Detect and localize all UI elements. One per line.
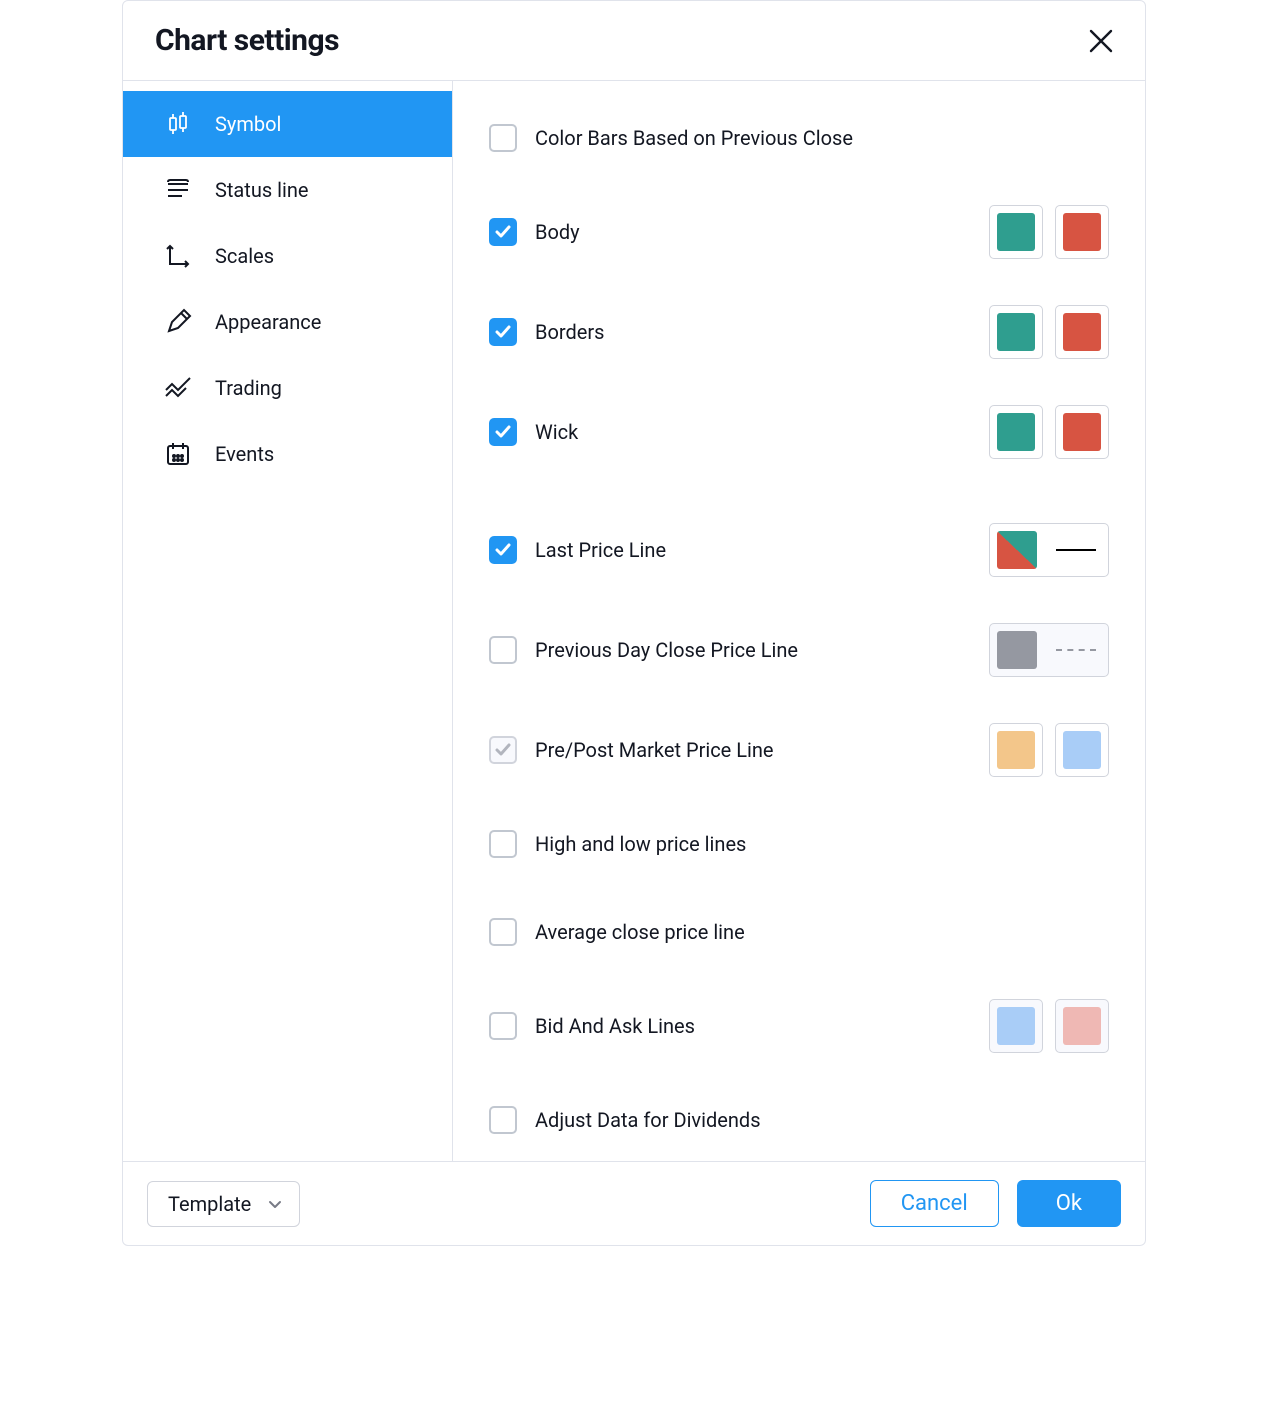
label-high-low: High and low price lines xyxy=(535,832,746,856)
label-avg-close: Average close price line xyxy=(535,920,745,944)
row-last-price-line: Last Price Line xyxy=(489,523,1109,577)
chart-settings-dialog: Chart settings Symbol xyxy=(122,0,1146,1246)
bid-color[interactable] xyxy=(989,999,1043,1053)
label-borders: Borders xyxy=(535,320,604,344)
sidebar-item-label: Status line xyxy=(215,178,309,202)
row-avg-close: Average close price line xyxy=(489,911,1109,953)
template-label: Template xyxy=(168,1192,251,1216)
sidebar-item-events[interactable]: Events xyxy=(123,421,452,487)
label-bid-ask: Bid And Ask Lines xyxy=(535,1014,695,1038)
pre-post-color-a[interactable] xyxy=(989,723,1043,777)
chevron-down-icon xyxy=(267,1196,283,1212)
wick-down-color[interactable] xyxy=(1055,405,1109,459)
label-color-prev-close: Color Bars Based on Previous Close xyxy=(535,126,853,150)
body-up-color[interactable] xyxy=(989,205,1043,259)
checkbox-prev-close[interactable] xyxy=(489,636,517,664)
close-icon xyxy=(1088,28,1114,54)
sidebar-item-symbol[interactable]: Symbol xyxy=(123,91,452,157)
sidebar-item-label: Events xyxy=(215,442,274,466)
sidebar: Symbol Status line Scales xyxy=(123,81,453,1161)
calendar-icon xyxy=(163,439,193,469)
row-prev-close: Previous Day Close Price Line xyxy=(489,623,1109,677)
last-price-line-style[interactable] xyxy=(989,523,1109,577)
label-pre-post: Pre/Post Market Price Line xyxy=(535,738,774,762)
sidebar-item-appearance[interactable]: Appearance xyxy=(123,289,452,355)
pre-post-color-b[interactable] xyxy=(1055,723,1109,777)
sidebar-item-label: Symbol xyxy=(215,112,281,136)
ok-button[interactable]: Ok xyxy=(1017,1180,1121,1227)
borders-down-color[interactable] xyxy=(1055,305,1109,359)
dialog-title: Chart settings xyxy=(155,23,339,58)
row-color-prev-close: Color Bars Based on Previous Close xyxy=(489,117,1109,159)
prev-close-line-style[interactable] xyxy=(989,623,1109,677)
sidebar-item-label: Scales xyxy=(215,244,274,268)
row-body: Body xyxy=(489,205,1109,259)
row-bid-ask: Bid And Ask Lines xyxy=(489,999,1109,1053)
checkbox-high-low[interactable] xyxy=(489,830,517,858)
template-dropdown[interactable]: Template xyxy=(147,1181,300,1227)
row-adj-dividends: Adjust Data for Dividends xyxy=(489,1099,1109,1141)
checkbox-borders[interactable] xyxy=(489,318,517,346)
checkbox-body[interactable] xyxy=(489,218,517,246)
axes-icon xyxy=(163,241,193,271)
label-last-price-line: Last Price Line xyxy=(535,538,666,562)
cancel-button[interactable]: Cancel xyxy=(870,1180,999,1227)
close-button[interactable] xyxy=(1085,25,1117,57)
sidebar-item-status-line[interactable]: Status line xyxy=(123,157,452,223)
lines-icon xyxy=(163,175,193,205)
label-wick: Wick xyxy=(535,420,578,444)
checkbox-bid-ask[interactable] xyxy=(489,1012,517,1040)
sidebar-item-label: Trading xyxy=(215,376,282,400)
dialog-header: Chart settings xyxy=(123,1,1145,81)
sidebar-item-label: Appearance xyxy=(215,310,321,334)
borders-up-color[interactable] xyxy=(989,305,1043,359)
row-borders: Borders xyxy=(489,305,1109,359)
checkbox-color-prev-close[interactable] xyxy=(489,124,517,152)
label-prev-close: Previous Day Close Price Line xyxy=(535,638,798,662)
candles-icon xyxy=(163,109,193,139)
dialog-body: Symbol Status line Scales xyxy=(123,81,1145,1162)
sidebar-item-scales[interactable]: Scales xyxy=(123,223,452,289)
checkbox-wick[interactable] xyxy=(489,418,517,446)
row-high-low: High and low price lines xyxy=(489,823,1109,865)
wick-up-color[interactable] xyxy=(989,405,1043,459)
trend-icon xyxy=(163,373,193,403)
label-body: Body xyxy=(535,220,580,244)
checkbox-last-price-line[interactable] xyxy=(489,536,517,564)
ask-color[interactable] xyxy=(1055,999,1109,1053)
checkbox-avg-close[interactable] xyxy=(489,918,517,946)
row-pre-post: Pre/Post Market Price Line xyxy=(489,723,1109,777)
checkbox-adj-dividends[interactable] xyxy=(489,1106,517,1134)
label-adj-dividends: Adjust Data for Dividends xyxy=(535,1108,761,1132)
sidebar-item-trading[interactable]: Trading xyxy=(123,355,452,421)
dialog-footer: Template Cancel Ok xyxy=(123,1162,1145,1245)
row-wick: Wick xyxy=(489,405,1109,459)
pencil-icon xyxy=(163,307,193,337)
body-down-color[interactable] xyxy=(1055,205,1109,259)
settings-content: Color Bars Based on Previous Close Body … xyxy=(453,81,1145,1161)
checkbox-pre-post[interactable] xyxy=(489,736,517,764)
